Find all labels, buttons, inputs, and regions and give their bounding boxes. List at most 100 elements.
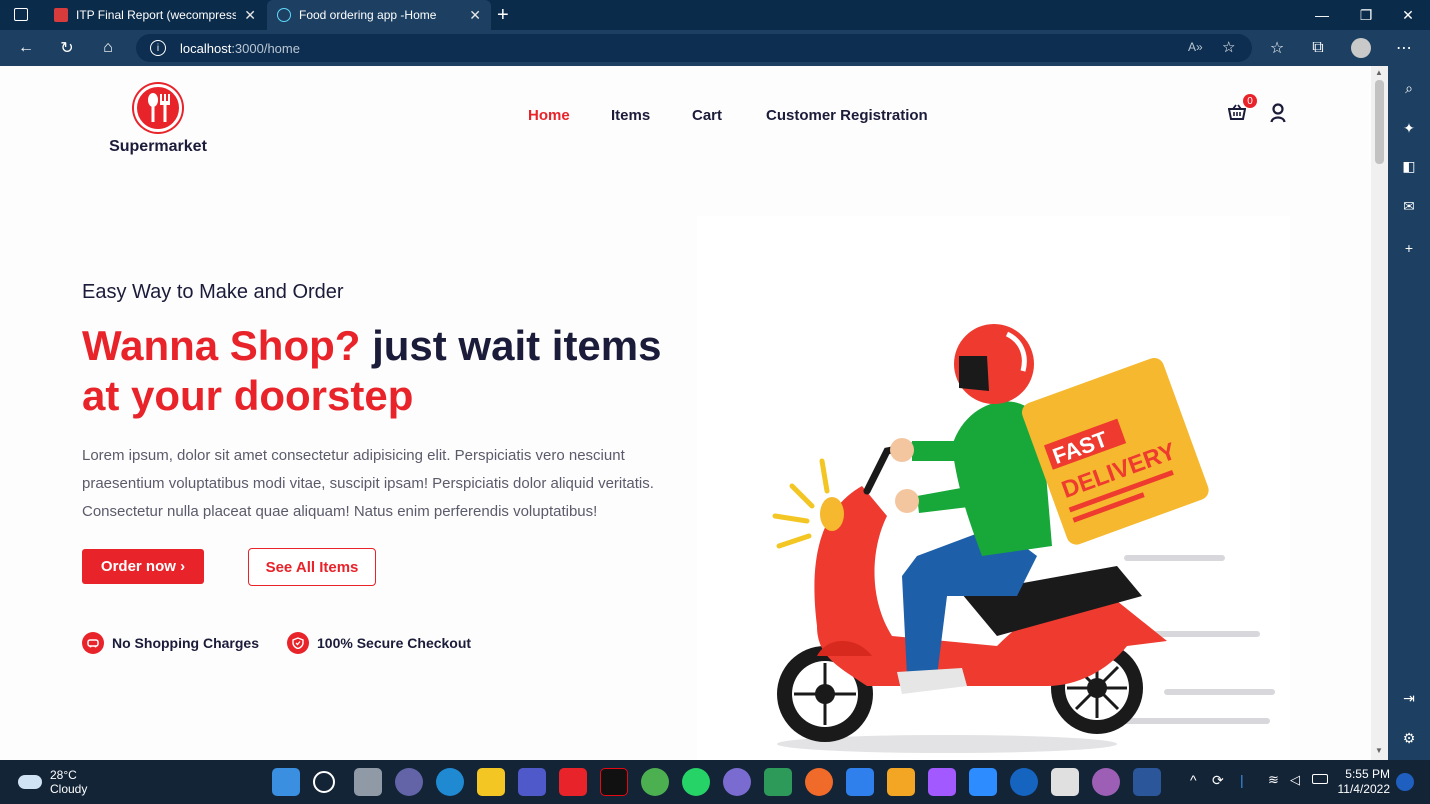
hero-tagline: Easy Way to Make and Order (82, 281, 344, 303)
netflix-icon[interactable] (600, 768, 628, 796)
headline-red-2: at your doorstep (82, 372, 414, 419)
clock-time: 5:55 PM (1345, 767, 1390, 781)
postman-icon[interactable] (805, 768, 833, 796)
cloud-icon (18, 775, 42, 789)
home-icon[interactable]: ⌂ (95, 36, 121, 60)
address-bar: ← ↻ ⌂ i localhost:3000/home A» ☆ ☆ ⧉ ⋯ (0, 30, 1430, 66)
vscode-icon[interactable] (846, 768, 874, 796)
minimize-icon[interactable]: — (1300, 0, 1344, 30)
headline-dark: just wait items (360, 322, 662, 369)
zoom-icon[interactable] (969, 768, 997, 796)
task-view-icon[interactable] (354, 768, 382, 796)
file-explorer-icon[interactable] (477, 768, 505, 796)
new-tab-icon[interactable]: + (497, 4, 509, 27)
refresh-icon[interactable]: ↻ (54, 36, 80, 60)
hero-description: Lorem ipsum, dolor sit amet consectetur … (82, 447, 654, 520)
notepad-icon[interactable] (1051, 768, 1079, 796)
edge-icon[interactable] (436, 768, 464, 796)
battery-icon[interactable] (1312, 774, 1328, 784)
order-now-button[interactable]: Order now › (82, 549, 204, 584)
more-icon[interactable]: ⋯ (1391, 36, 1417, 60)
profile-avatar[interactable] (1348, 36, 1374, 60)
url-host: localhost (180, 40, 232, 56)
weather-widget[interactable]: 28°C Cloudy (18, 768, 87, 796)
hero-headline: Wanna Shop? just wait items at your door… (82, 321, 682, 421)
app-icon[interactable] (764, 768, 792, 796)
feature-no-shipping: No Shopping Charges (82, 632, 259, 654)
see-all-items-button[interactable]: See All Items (248, 548, 376, 586)
nav-items[interactable]: Items (611, 107, 650, 124)
teams-icon[interactable] (518, 768, 546, 796)
cart-count-badge: 0 (1243, 94, 1257, 108)
notification-icon[interactable] (1396, 773, 1414, 791)
volume-icon[interactable]: ◁ (1290, 772, 1300, 788)
page-scrollbar[interactable]: ▲ ▼ (1371, 66, 1388, 760)
temperature: 28°C (50, 768, 77, 782)
tab-title: Food ordering app -Home (299, 8, 437, 22)
windows-taskbar: 28°C Cloudy ^ ⟳ | ≋ ◁ 5:55 PM 11/4/2022 (0, 760, 1430, 804)
word-icon[interactable] (1133, 768, 1161, 796)
sync-icon[interactable]: ⟳ (1212, 772, 1224, 789)
url-path: :3000/home (231, 40, 300, 56)
tab-title: ITP Final Report (wecompress.co (76, 8, 236, 22)
close-icon[interactable]: ✕ (244, 7, 256, 24)
clock-date: 11/4/2022 (1337, 782, 1391, 796)
discover-icon[interactable]: ✦ (1399, 118, 1419, 138)
search-taskbar-icon[interactable] (313, 771, 335, 793)
outlook-icon[interactable]: ✉ (1399, 196, 1419, 216)
app-icon[interactable] (1092, 768, 1120, 796)
url-input[interactable]: i localhost:3000/home A» ☆ (136, 34, 1252, 62)
mic-icon[interactable]: | (1240, 772, 1244, 788)
nav-home[interactable]: Home (528, 107, 570, 124)
chrome-icon[interactable] (641, 768, 669, 796)
favorite-add-icon[interactable]: ☆ (1222, 38, 1235, 56)
delivery-scooter-illustration: FAST DELIVERY (772, 324, 1275, 753)
window-close-icon[interactable]: ✕ (1386, 0, 1430, 30)
back-icon[interactable]: ← (13, 36, 39, 60)
figma-icon[interactable] (928, 768, 956, 796)
scroll-down-icon[interactable]: ▼ (1375, 746, 1383, 755)
car-icon (82, 632, 104, 654)
app-icon[interactable] (723, 768, 751, 796)
search-icon[interactable]: ⌕ (1399, 78, 1419, 98)
scroll-thumb[interactable] (1375, 80, 1384, 164)
read-aloud-icon[interactable]: A» (1188, 40, 1203, 54)
nav-cart[interactable]: Cart (692, 107, 722, 124)
feature-label: No Shopping Charges (112, 635, 259, 651)
sidebar-toggle-icon[interactable]: ⇥ (1399, 688, 1419, 708)
brand-name: Supermarket (109, 138, 207, 155)
weather-condition: Cloudy (50, 782, 88, 796)
info-icon[interactable]: i (150, 40, 166, 56)
chevron-up-icon[interactable]: ^ (1190, 772, 1197, 788)
start-icon[interactable] (272, 768, 300, 796)
office-app-icon[interactable] (559, 768, 587, 796)
close-icon[interactable]: ✕ (469, 7, 481, 24)
app-icon[interactable] (1010, 768, 1038, 796)
nav-customer-registration[interactable]: Customer Registration (766, 107, 928, 124)
restore-icon[interactable]: ❐ (1344, 0, 1388, 30)
pdf-icon (54, 8, 68, 22)
app-icon[interactable] (887, 768, 915, 796)
brand-logo[interactable]: Supermarket (108, 84, 208, 156)
hero-illustration-panel: FAST DELIVERY (697, 216, 1290, 760)
settings-gear-icon[interactable]: ⚙ (1399, 728, 1419, 748)
fork-spoon-icon (134, 84, 182, 132)
add-icon[interactable]: + (1399, 238, 1419, 258)
feature-label: 100% Secure Checkout (317, 635, 472, 651)
clock[interactable]: 5:55 PM 11/4/2022 (1336, 767, 1391, 797)
collections-icon[interactable]: ⧉ (1305, 36, 1331, 60)
office-icon[interactable]: ◧ (1399, 156, 1419, 176)
feature-secure-checkout: 100% Secure Checkout (287, 632, 471, 654)
wifi-icon[interactable]: ≋ (1268, 772, 1279, 788)
tab-food-ordering[interactable]: Food ordering app -Home ✕ (267, 0, 491, 30)
chat-icon[interactable] (395, 768, 423, 796)
scroll-up-icon[interactable]: ▲ (1375, 68, 1383, 77)
whatsapp-icon[interactable] (682, 768, 710, 796)
user-icon[interactable] (1270, 103, 1286, 128)
react-icon (277, 8, 291, 22)
tab-itp-report[interactable]: ITP Final Report (wecompress.co ✕ (44, 0, 266, 30)
favorites-icon[interactable]: ☆ (1264, 36, 1290, 60)
tab-actions-icon[interactable] (14, 8, 28, 21)
cart-icon[interactable] (1227, 104, 1247, 125)
edge-sidebar: ⌕ ✦ ◧ ✉ + ⇥ ⚙ (1388, 66, 1430, 760)
